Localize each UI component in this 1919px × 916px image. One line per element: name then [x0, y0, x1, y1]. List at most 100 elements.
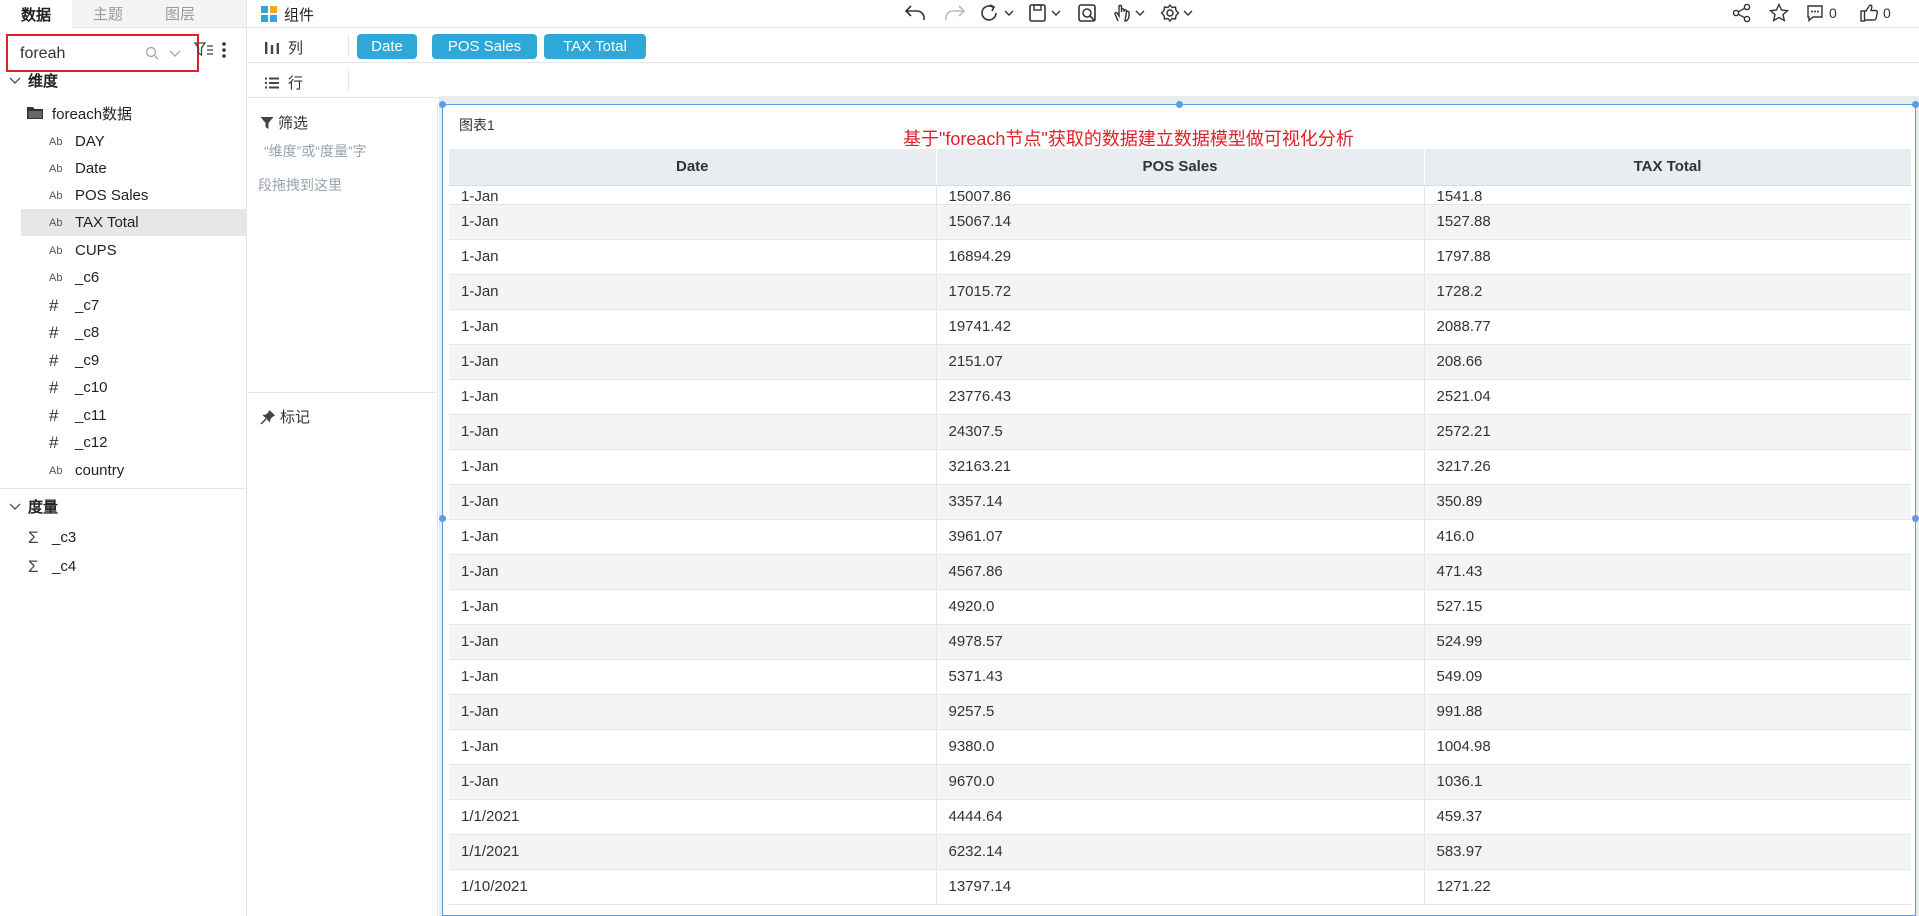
like-button[interactable]: 0 — [1859, 2, 1891, 24]
search-box[interactable] — [6, 34, 199, 72]
table-cell: 459.37 — [1424, 799, 1911, 835]
field-item[interactable]: Ab Date — [21, 155, 246, 182]
filter-section-title[interactable]: 筛选 — [260, 112, 308, 133]
table-row[interactable]: 1-Jan 5371.43 549.09 — [449, 659, 1911, 695]
table-cell: 1-Jan — [449, 484, 937, 520]
field-item[interactable]: # _c10 — [21, 374, 246, 401]
component-button[interactable]: 组件 — [260, 3, 314, 25]
column-pill-date[interactable]: Date — [357, 34, 417, 59]
table-row[interactable]: 1-Jan 24307.5 2572.21 — [449, 414, 1911, 450]
table-cell: 5371.43 — [936, 659, 1425, 695]
table-cell: 1797.88 — [1424, 239, 1911, 275]
table-row[interactable]: 1-Jan 15067.14 1527.88 — [449, 204, 1911, 240]
field-label: _c8 — [75, 324, 100, 341]
folder-foreach-data[interactable]: foreach数据 — [0, 100, 247, 126]
preview-icon[interactable] — [1077, 2, 1099, 24]
tab-layers[interactable]: 图层 — [144, 0, 216, 28]
field-label: country — [75, 462, 125, 479]
field-filter-icon[interactable] — [194, 41, 214, 59]
table-row[interactable]: 1-Jan 32163.21 3217.26 — [449, 449, 1911, 485]
field-item[interactable]: Ab CUPS — [21, 237, 246, 264]
field-item[interactable]: Ab country — [21, 457, 246, 484]
tab-bar-fill — [216, 0, 246, 28]
star-icon[interactable] — [1768, 2, 1790, 24]
table-cell: 1-Jan — [449, 185, 937, 205]
column-pill-tax-total[interactable]: TAX Total — [544, 34, 646, 59]
gear-icon[interactable] — [1160, 2, 1196, 24]
table-row[interactable]: 1-Jan 15007.86 1541.8 — [449, 185, 1911, 205]
measures-header[interactable]: 度量 — [0, 494, 247, 518]
refresh-icon[interactable] — [980, 2, 1016, 24]
tab-data[interactable]: 数据 — [0, 0, 72, 28]
table-row[interactable]: 1-Jan 19741.42 2088.77 — [449, 309, 1911, 345]
field-item[interactable]: Ab _c6 — [21, 264, 246, 291]
table-row[interactable]: 1-Jan 3357.14 350.89 — [449, 484, 1911, 520]
table-cell: 1-Jan — [449, 659, 937, 695]
table-row[interactable]: 1/1/2021 6232.14 583.97 — [449, 834, 1911, 870]
field-item[interactable]: Ab DAY — [21, 128, 246, 155]
mark-section-title[interactable]: 标记 — [260, 406, 310, 427]
table-cell: 1-Jan — [449, 414, 937, 450]
resize-handle[interactable] — [1912, 101, 1919, 108]
column-header-tax-total[interactable]: TAX Total — [1424, 149, 1911, 186]
table-header-row: Date POS Sales TAX Total — [449, 149, 1911, 186]
table-row[interactable]: 1-Jan 2151.07 208.66 — [449, 344, 1911, 380]
dimensions-header[interactable]: 维度 — [0, 68, 247, 92]
table-row[interactable]: 1-Jan 9257.5 991.88 — [449, 694, 1911, 730]
table-row[interactable]: 1-Jan 3961.07 416.0 — [449, 519, 1911, 555]
field-item-selected[interactable]: Ab TAX Total — [21, 209, 246, 236]
table-row[interactable]: 1-Jan 9380.0 1004.98 — [449, 729, 1911, 765]
field-item[interactable]: # _c8 — [21, 319, 246, 346]
table-row[interactable]: 1-Jan 9670.0 1036.1 — [449, 764, 1911, 800]
field-item[interactable]: # _c9 — [21, 347, 246, 374]
field-item[interactable]: # _c12 — [21, 429, 246, 456]
text-type-icon: Ab — [49, 135, 63, 148]
filter-icon — [260, 116, 274, 129]
table-row[interactable]: 1-Jan 17015.72 1728.2 — [449, 274, 1911, 310]
column-header-pos-sales[interactable]: POS Sales — [936, 149, 1425, 186]
data-table-container[interactable]: Date POS Sales TAX Total 1-Jan 15007.86 15… — [449, 149, 1911, 916]
mark-title: 标记 — [280, 409, 311, 426]
search-input[interactable] — [20, 43, 138, 65]
more-vertical-icon[interactable] — [219, 40, 229, 60]
table-cell: 2088.77 — [1424, 309, 1911, 345]
table-chart-widget[interactable]: 图表1 基于"foreach节点"获取的数据建立数据模型做可视化分析 Date … — [439, 101, 1919, 916]
table-row[interactable]: 1/1/2021 4444.64 459.37 — [449, 799, 1911, 835]
table-cell: 15007.86 — [936, 185, 1425, 205]
table-row[interactable]: 1-Jan 4920.0 527.15 — [449, 589, 1911, 625]
text-type-icon: Ab — [49, 162, 63, 175]
table-row[interactable]: 1-Jan 4567.86 471.43 — [449, 554, 1911, 590]
table-row[interactable]: 1/10/2021 13797.14 1271.22 — [449, 869, 1911, 905]
column-pill-pos-sales[interactable]: POS Sales — [432, 34, 537, 59]
like-count: 0 — [1883, 5, 1891, 21]
comment-button[interactable]: 0 — [1805, 2, 1837, 24]
column-header-date[interactable]: Date — [449, 149, 937, 186]
resize-handle[interactable] — [1912, 515, 1919, 522]
field-item[interactable]: Ab POS Sales — [21, 182, 246, 209]
measure-item[interactable]: Σ _c3 — [0, 524, 247, 551]
chevron-down-icon[interactable] — [168, 46, 182, 60]
save-icon[interactable] — [1028, 2, 1064, 24]
table-row[interactable]: 1-Jan 16894.29 1797.88 — [449, 239, 1911, 275]
tab-theme[interactable]: 主题 — [72, 0, 144, 28]
table-row[interactable]: 1-Jan 4978.57 524.99 — [449, 624, 1911, 660]
field-label: _c9 — [75, 352, 100, 369]
redo-icon[interactable] — [944, 2, 966, 24]
resize-handle[interactable] — [439, 101, 446, 108]
interaction-hand-icon[interactable] — [1112, 2, 1148, 24]
resize-handle[interactable] — [439, 515, 446, 522]
search-icon[interactable] — [144, 45, 160, 61]
number-type-icon: # — [49, 432, 59, 452]
field-item[interactable]: # _c7 — [21, 292, 246, 319]
table-cell: 1/10/2021 — [449, 869, 937, 905]
measure-item[interactable]: Σ _c4 — [0, 553, 247, 580]
table-row[interactable]: 1-Jan 23776.43 2521.04 — [449, 379, 1911, 415]
rows-label: 行 — [288, 75, 304, 92]
undo-icon[interactable] — [904, 2, 926, 24]
field-item[interactable]: # _c11 — [21, 402, 246, 429]
field-label: POS Sales — [75, 187, 149, 204]
table-cell: 23776.43 — [936, 379, 1425, 415]
share-icon[interactable] — [1731, 2, 1753, 24]
columns-shelf: 列 Date POS Sales TAX Total — [248, 29, 1919, 63]
resize-handle[interactable] — [1176, 101, 1183, 108]
